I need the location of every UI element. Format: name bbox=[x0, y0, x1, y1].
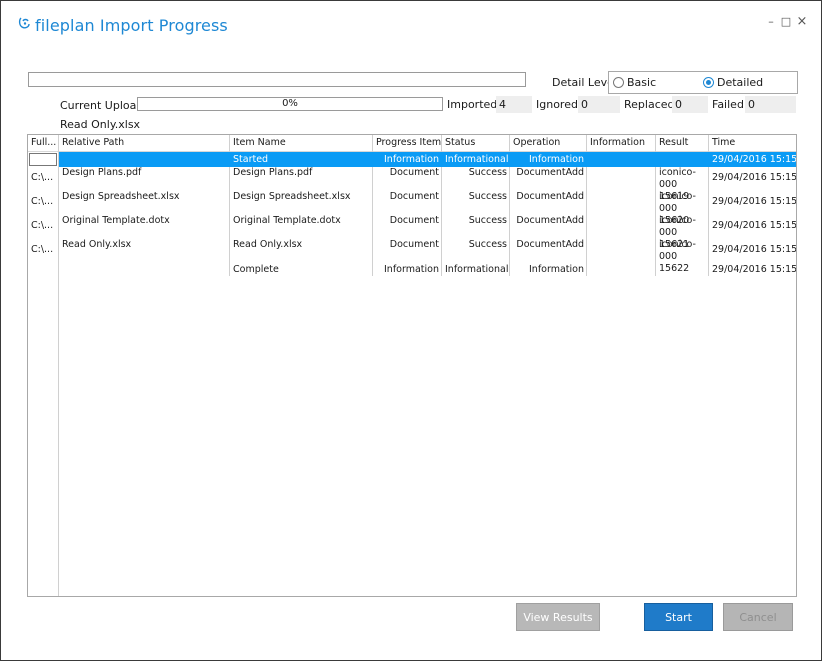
cancel-button[interactable]: Cancel bbox=[723, 603, 793, 631]
row-full-path-cell[interactable] bbox=[29, 153, 57, 166]
failed-count: 0 bbox=[745, 96, 796, 113]
table-row[interactable]: C:\... Original Template.dotx Original T… bbox=[28, 215, 796, 250]
imported-count: 4 bbox=[496, 96, 532, 113]
replaced-count: 0 bbox=[672, 96, 708, 113]
detailed-radio-label[interactable]: Detailed bbox=[717, 76, 763, 89]
row-time: 29/04/2016 15:15:53 bbox=[712, 220, 796, 231]
row-time: 29/04/2016 15:15:55 bbox=[712, 264, 796, 275]
row-time: 29/04/2016 15:15:46 bbox=[712, 154, 796, 165]
column-header-information[interactable]: Information bbox=[587, 135, 656, 151]
ignored-count: 0 bbox=[578, 96, 620, 113]
row-operation: Information bbox=[529, 264, 584, 275]
import-progress-window: fileplan Import Progress – □ × Detail Le… bbox=[0, 0, 822, 661]
row-progress-item: Document bbox=[389, 239, 439, 250]
column-header-full[interactable]: Full... bbox=[28, 135, 59, 151]
row-progress-item: Document bbox=[389, 191, 439, 202]
table-row[interactable]: Complete Information Informational Infor… bbox=[28, 263, 796, 278]
ignored-label: Ignored: bbox=[536, 98, 582, 111]
row-status: Success bbox=[468, 215, 507, 226]
row-operation: DocumentAdd bbox=[516, 239, 584, 250]
replaced-label: Replaced: bbox=[624, 98, 679, 111]
row-progress-item: Information bbox=[384, 264, 439, 275]
maximize-icon[interactable]: □ bbox=[779, 15, 793, 29]
row-full-path: C:\... bbox=[31, 196, 54, 207]
row-item-name: Complete bbox=[233, 264, 279, 275]
row-relative-path: Design Spreadsheet.xlsx bbox=[62, 191, 180, 202]
row-progress-item: Information bbox=[384, 154, 439, 165]
table-row[interactable]: C:\... Design Spreadsheet.xlsx Design Sp… bbox=[28, 191, 796, 226]
row-status: Success bbox=[468, 239, 507, 250]
basic-radio-label[interactable]: Basic bbox=[627, 76, 656, 89]
row-item-name: Read Only.xlsx bbox=[233, 239, 303, 250]
row-operation: DocumentAdd bbox=[516, 215, 584, 226]
fileplan-logo-icon bbox=[18, 17, 30, 29]
row-full-path: C:\... bbox=[31, 244, 54, 255]
window-title: fileplan Import Progress bbox=[35, 16, 228, 35]
row-relative-path: Read Only.xlsx bbox=[62, 239, 132, 250]
grid-header: Full... Relative Path Item Name Progress… bbox=[28, 135, 796, 152]
row-item-name: Design Plans.pdf bbox=[233, 167, 313, 178]
view-results-button[interactable]: View Results bbox=[516, 603, 600, 631]
row-full-path: C:\... bbox=[31, 172, 54, 183]
column-header-time[interactable]: Time bbox=[709, 135, 796, 151]
table-row[interactable]: Started Information Informational Inform… bbox=[28, 152, 796, 167]
detail-level-group: Basic Detailed bbox=[608, 71, 798, 94]
row-item-name: Started bbox=[233, 154, 269, 165]
row-status: Success bbox=[468, 167, 507, 178]
current-upload-label: Current Upload: bbox=[60, 99, 148, 112]
row-full-path: C:\... bbox=[31, 220, 54, 231]
row-operation: DocumentAdd bbox=[516, 191, 584, 202]
row-operation: Information bbox=[529, 154, 584, 165]
table-row[interactable]: C:\... Design Plans.pdf Design Plans.pdf… bbox=[28, 167, 796, 202]
row-status: Success bbox=[468, 191, 507, 202]
row-item-name: Design Spreadsheet.xlsx bbox=[233, 191, 351, 202]
row-relative-path: Original Template.dotx bbox=[62, 215, 170, 226]
row-relative-path: Design Plans.pdf bbox=[62, 167, 142, 178]
current-upload-percent: 0% bbox=[282, 98, 298, 109]
table-row[interactable]: C:\... Read Only.xlsx Read Only.xlsx Doc… bbox=[28, 239, 796, 274]
current-file-name: Read Only.xlsx bbox=[60, 118, 141, 131]
column-header-result[interactable]: Result bbox=[656, 135, 709, 151]
current-upload-progress-bar: 0% bbox=[137, 97, 443, 111]
row-time: 29/04/2016 15:15:51 bbox=[712, 196, 796, 207]
row-time: 29/04/2016 15:15:46 bbox=[712, 172, 796, 183]
failed-label: Failed: bbox=[712, 98, 748, 111]
row-operation: DocumentAdd bbox=[516, 167, 584, 178]
column-header-operation[interactable]: Operation bbox=[510, 135, 587, 151]
column-header-item-name[interactable]: Item Name bbox=[230, 135, 373, 151]
minimize-icon[interactable]: – bbox=[764, 15, 778, 29]
progress-grid[interactable]: Full... Relative Path Item Name Progress… bbox=[27, 134, 797, 597]
column-header-progress-item[interactable]: Progress Item bbox=[373, 135, 442, 151]
row-time: 29/04/2016 15:15:54 bbox=[712, 244, 796, 255]
row-progress-item: Document bbox=[389, 167, 439, 178]
imported-label: Imported: bbox=[447, 98, 501, 111]
column-header-relative-path[interactable]: Relative Path bbox=[59, 135, 230, 151]
row-status: Informational bbox=[445, 154, 509, 165]
column-header-status[interactable]: Status bbox=[442, 135, 510, 151]
title-bar: fileplan Import Progress – □ × bbox=[1, 1, 821, 41]
row-progress-item: Document bbox=[389, 215, 439, 226]
row-item-name: Original Template.dotx bbox=[233, 215, 341, 226]
start-button[interactable]: Start bbox=[644, 603, 713, 631]
row-status: Informational bbox=[445, 264, 509, 275]
close-icon[interactable]: × bbox=[795, 15, 809, 29]
overall-progress-bar bbox=[28, 72, 526, 87]
detailed-radio[interactable] bbox=[703, 77, 714, 88]
basic-radio[interactable] bbox=[613, 77, 624, 88]
